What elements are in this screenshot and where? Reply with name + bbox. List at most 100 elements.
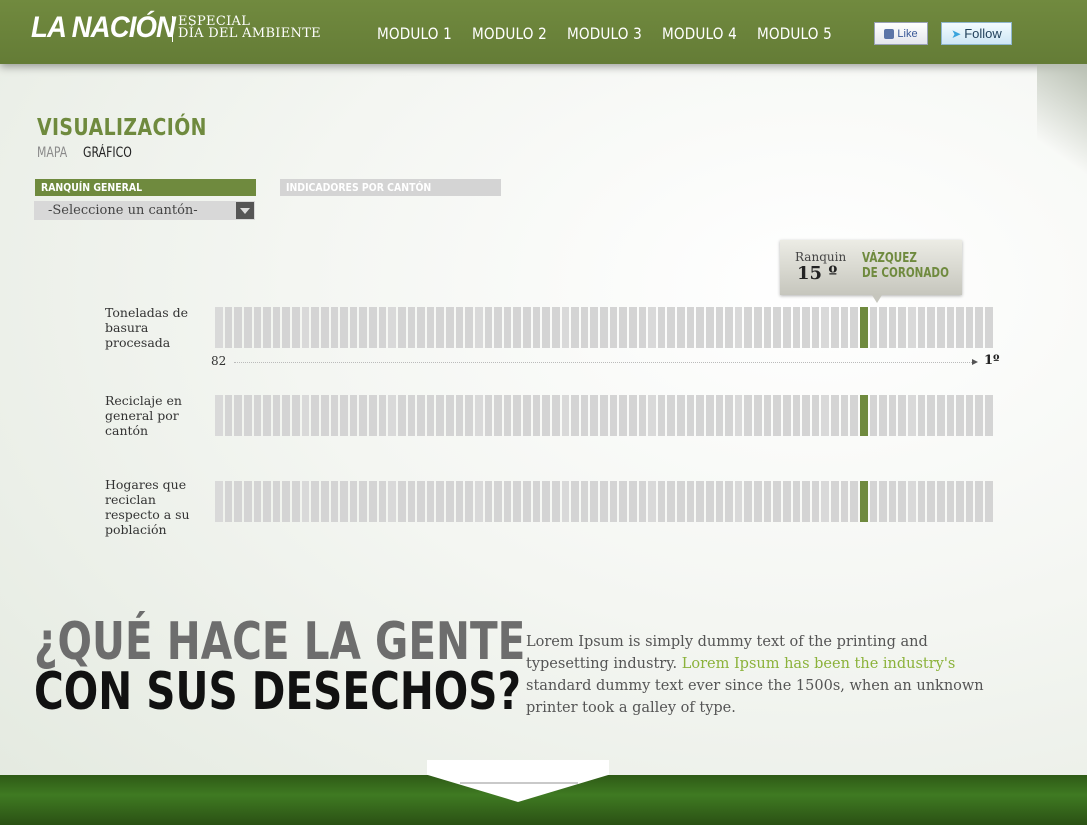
bar-segment[interactable] bbox=[908, 481, 916, 522]
bar-segment[interactable] bbox=[821, 307, 829, 348]
bar-segment[interactable] bbox=[715, 481, 724, 522]
bar-segment[interactable] bbox=[330, 307, 339, 348]
bar-segment[interactable] bbox=[773, 307, 781, 348]
nav-modulo-4[interactable]: MODULO 4 bbox=[662, 24, 743, 43]
bar-segment[interactable] bbox=[417, 481, 425, 522]
bar-segment[interactable] bbox=[744, 307, 752, 348]
bar-segment[interactable] bbox=[956, 481, 964, 522]
bar-segment[interactable] bbox=[975, 395, 983, 436]
bar-segment[interactable] bbox=[754, 395, 762, 436]
bar-segment[interactable] bbox=[811, 307, 820, 348]
bar-segment[interactable] bbox=[600, 307, 608, 348]
bar-segment[interactable] bbox=[407, 395, 416, 436]
bar-segment[interactable] bbox=[898, 395, 906, 436]
bar-segment[interactable] bbox=[215, 481, 223, 522]
bar-segment[interactable] bbox=[465, 395, 473, 436]
bar-segment[interactable] bbox=[792, 395, 801, 436]
bar-segment[interactable] bbox=[523, 307, 531, 348]
bar-segment[interactable] bbox=[378, 395, 387, 436]
bar-segment[interactable] bbox=[359, 481, 367, 522]
bar-segment[interactable] bbox=[734, 481, 743, 522]
bar-segment[interactable] bbox=[282, 307, 290, 348]
bar-segment[interactable] bbox=[609, 395, 618, 436]
bar-segment[interactable] bbox=[898, 307, 906, 348]
bar-segment[interactable] bbox=[513, 481, 521, 522]
bar-segment[interactable] bbox=[532, 481, 541, 522]
bar-segment[interactable] bbox=[792, 307, 801, 348]
bar-segment[interactable] bbox=[956, 307, 964, 348]
bar-segment[interactable] bbox=[667, 307, 675, 348]
bar-segment[interactable] bbox=[975, 481, 983, 522]
bar-segment[interactable] bbox=[263, 395, 271, 436]
bar-segment[interactable] bbox=[869, 481, 878, 522]
bar-segment[interactable] bbox=[311, 481, 319, 522]
bar-segment[interactable] bbox=[705, 395, 714, 436]
bar-segment[interactable] bbox=[532, 395, 541, 436]
bar-segment[interactable] bbox=[215, 395, 223, 436]
bar-segment[interactable] bbox=[369, 395, 377, 436]
nav-modulo-3[interactable]: MODULO 3 bbox=[567, 24, 648, 43]
bar-segment[interactable] bbox=[696, 307, 704, 348]
bar-segment[interactable] bbox=[590, 395, 598, 436]
bar-segment[interactable] bbox=[523, 481, 531, 522]
bar-segment-selected[interactable] bbox=[859, 395, 868, 436]
bar-segment[interactable] bbox=[234, 307, 242, 348]
bar-segment[interactable] bbox=[436, 307, 444, 348]
bar-segment[interactable] bbox=[888, 395, 897, 436]
bar-segment[interactable] bbox=[465, 307, 473, 348]
bar-segment[interactable] bbox=[705, 307, 714, 348]
bar-segment[interactable] bbox=[292, 481, 300, 522]
bar-segment[interactable] bbox=[879, 395, 887, 436]
bar-segment[interactable] bbox=[956, 395, 964, 436]
bar-segment[interactable] bbox=[763, 395, 772, 436]
bar-segment[interactable] bbox=[985, 395, 993, 436]
facebook-like-button[interactable]: Like bbox=[874, 22, 928, 45]
bar-segment[interactable] bbox=[648, 307, 656, 348]
bar-segment[interactable] bbox=[253, 481, 262, 522]
bar-segment[interactable] bbox=[388, 481, 396, 522]
bar-segment[interactable] bbox=[513, 395, 521, 436]
bar-segment[interactable] bbox=[359, 307, 367, 348]
bar-segment[interactable] bbox=[474, 307, 483, 348]
nav-modulo-1[interactable]: MODULO 1 bbox=[377, 24, 458, 43]
bar-segment[interactable] bbox=[985, 307, 993, 348]
bar-segment[interactable] bbox=[677, 307, 685, 348]
bar-segment[interactable] bbox=[272, 481, 281, 522]
tab-mapa[interactable]: MAPA bbox=[37, 145, 67, 161]
bar-segment[interactable] bbox=[580, 481, 589, 522]
bar-segment[interactable] bbox=[946, 481, 955, 522]
bar-segment[interactable] bbox=[965, 307, 974, 348]
bar-segment[interactable] bbox=[474, 481, 483, 522]
bar-segment[interactable] bbox=[715, 395, 724, 436]
bar-segment[interactable] bbox=[484, 481, 493, 522]
bar-segment[interactable] bbox=[446, 481, 454, 522]
bar-segment[interactable] bbox=[917, 307, 926, 348]
bar-segment[interactable] bbox=[927, 395, 935, 436]
tab-indicadores-canton[interactable]: INDICADORES POR CANTÓN bbox=[280, 179, 501, 196]
bar-segment[interactable] bbox=[590, 481, 598, 522]
bar-segment[interactable] bbox=[580, 395, 589, 436]
bar-segment[interactable] bbox=[648, 395, 656, 436]
bar-segment[interactable] bbox=[340, 395, 348, 436]
bar-segment[interactable] bbox=[725, 481, 733, 522]
bar-segment[interactable] bbox=[523, 395, 531, 436]
bar-segment[interactable] bbox=[301, 481, 310, 522]
bar-segment[interactable] bbox=[638, 307, 647, 348]
bar-segment[interactable] bbox=[600, 481, 608, 522]
bar-segment[interactable] bbox=[253, 307, 262, 348]
bar-segment[interactable] bbox=[455, 307, 464, 348]
bar-segment[interactable] bbox=[686, 395, 695, 436]
bar-segment[interactable] bbox=[224, 481, 233, 522]
bar-segment[interactable] bbox=[455, 481, 464, 522]
bar-segment[interactable] bbox=[320, 395, 329, 436]
bar-segment[interactable] bbox=[282, 395, 290, 436]
bar-segment[interactable] bbox=[667, 395, 675, 436]
bar-segment[interactable] bbox=[657, 307, 666, 348]
bar-segment[interactable] bbox=[782, 481, 791, 522]
bar-segment[interactable] bbox=[917, 395, 926, 436]
bar-segment[interactable] bbox=[850, 395, 858, 436]
bar-segment[interactable] bbox=[484, 307, 493, 348]
bar-segment[interactable] bbox=[725, 395, 733, 436]
bar-segment[interactable] bbox=[340, 307, 348, 348]
bar-segment[interactable] bbox=[494, 307, 502, 348]
